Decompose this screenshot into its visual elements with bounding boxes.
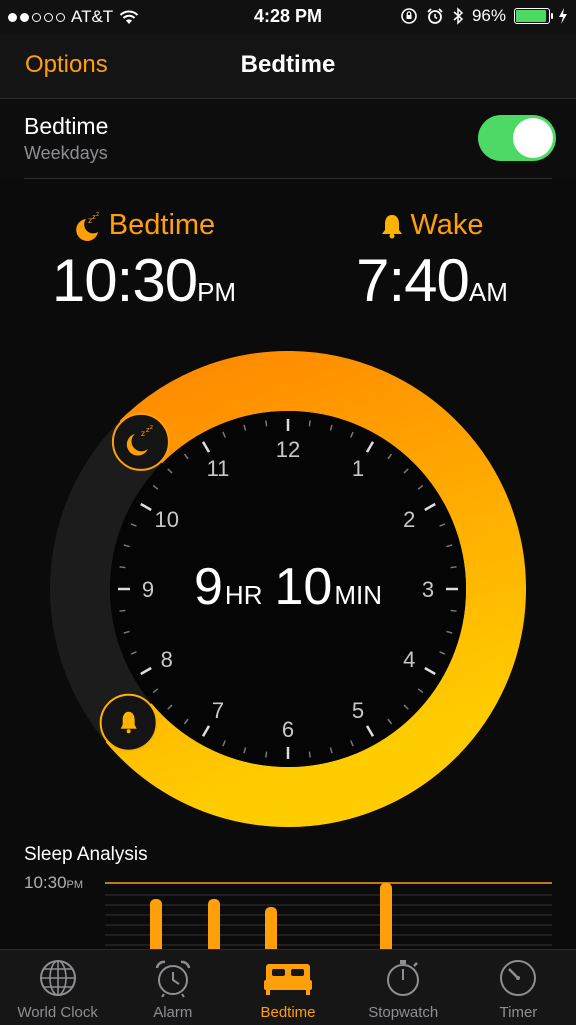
clock-hour-label: 11: [207, 456, 230, 481]
navigation-bar: Options Bedtime: [0, 34, 576, 99]
tab-bar: World Clock Alarm Bedtime Stopwatch Time…: [0, 949, 576, 1025]
bell-icon: [382, 214, 403, 238]
tab-label: World Clock: [17, 1004, 98, 1021]
svg-text:z: z: [141, 429, 145, 438]
tab-timer[interactable]: Timer: [461, 950, 576, 1025]
clock-tick: [265, 420, 268, 427]
svg-text:z: z: [150, 424, 153, 431]
battery-percent: 96%: [471, 6, 506, 25]
bedtime-heading-label: Bedtime: [108, 209, 216, 241]
tab-stopwatch[interactable]: Stopwatch: [346, 950, 461, 1025]
wake-summary[interactable]: Wake 7:40AM: [288, 209, 576, 315]
tab-label: Alarm: [153, 1004, 193, 1021]
duration-hr-unit: HR: [225, 580, 263, 610]
clock-hour-label: 3: [422, 577, 434, 602]
sleep-bar: [265, 907, 277, 949]
timer-icon: [500, 960, 537, 996]
wake-time: 7:40AM: [288, 246, 576, 315]
bedtime-time: 10:30PM: [0, 246, 288, 315]
bedtime-heading: z z z Bedtime: [0, 209, 288, 242]
bedtime-main: z z z Bedtime 10:30PM Wake 7:40AM 12 1 2…: [0, 179, 576, 949]
clock-tick: [265, 751, 268, 758]
sleep-bar: [150, 899, 162, 949]
status-right: 96%: [400, 6, 568, 26]
stopwatch-icon: [387, 960, 420, 996]
alarm-clock-icon: [155, 960, 191, 998]
sleep-analysis-chart: [105, 882, 552, 949]
clock-tick: [450, 609, 457, 612]
battery-icon: [514, 8, 553, 24]
clock-hour-label: 5: [352, 698, 364, 723]
bedtime-toggle-label: Bedtime: [24, 113, 109, 139]
alarm-icon: [427, 8, 443, 24]
wake-heading: Wake: [288, 209, 576, 242]
clock-hour-label: 6: [282, 717, 294, 742]
bedtime-toggle-row: Bedtime Weekdays: [0, 99, 576, 179]
orientation-lock-icon: [401, 8, 417, 24]
bed-icon: [264, 964, 312, 995]
clock-tick: [450, 566, 457, 569]
duration-min-unit: MIN: [334, 580, 382, 610]
bedtime-days-label: Weekdays: [24, 143, 108, 163]
clock-hour-label: 4: [403, 647, 415, 672]
bedtime-time-value: 10:30: [51, 247, 198, 314]
bedtime-handle[interactable]: z z z: [111, 412, 170, 471]
charging-bolt-icon: [559, 8, 567, 24]
clock-tick: [119, 566, 126, 569]
tab-label: Stopwatch: [368, 1004, 439, 1021]
chart-grid-lines: [105, 894, 552, 946]
switch-knob: [513, 118, 553, 158]
tab-world-clock[interactable]: World Clock: [0, 950, 115, 1025]
sleep-moon-icon: z z z: [75, 211, 99, 241]
clock-hour-label: 10: [155, 507, 179, 532]
tab-label: Bedtime: [260, 1004, 316, 1021]
clock-tick: [308, 751, 311, 758]
tab-bedtime[interactable]: Bedtime: [230, 950, 345, 1025]
duration-hours: 9: [194, 558, 223, 616]
clock-hour-label: 12: [276, 437, 300, 462]
status-bar: AT&T 4:28 PM 96%: [0, 0, 576, 34]
globe-icon: [39, 960, 76, 996]
sleep-bar: [380, 883, 392, 949]
svg-text:z: z: [96, 211, 99, 218]
bedtime-switch[interactable]: [478, 115, 556, 161]
bluetooth-icon: [453, 7, 464, 25]
clock-hour-label: 9: [142, 577, 154, 602]
sleep-bar: [208, 899, 220, 949]
clock-tick: [308, 420, 311, 427]
sleep-analysis[interactable]: Sleep Analysis 10:30PM: [0, 835, 576, 949]
clock-hour-label: 1: [352, 456, 364, 481]
wake-handle[interactable]: [99, 693, 158, 752]
tab-alarm[interactable]: Alarm: [115, 950, 230, 1025]
clock-hour-label: 2: [403, 507, 415, 532]
sleep-dial: 121234567891011 9HR 10MIN z z z: [50, 351, 526, 827]
wake-time-value: 7:40: [356, 247, 470, 314]
bedtime-summary[interactable]: z z z Bedtime 10:30PM: [0, 209, 288, 315]
page-title: Bedtime: [240, 51, 336, 78]
duration-minutes: 10: [274, 558, 332, 616]
bedtime-ampm: PM: [197, 277, 237, 307]
wake-ampm: AM: [468, 277, 508, 307]
clock-hour-label: 8: [161, 647, 173, 672]
tab-label: Timer: [499, 1004, 538, 1021]
clock-tick: [119, 609, 126, 612]
clock-hour-label: 7: [212, 698, 224, 723]
wake-heading-label: Wake: [410, 209, 484, 241]
